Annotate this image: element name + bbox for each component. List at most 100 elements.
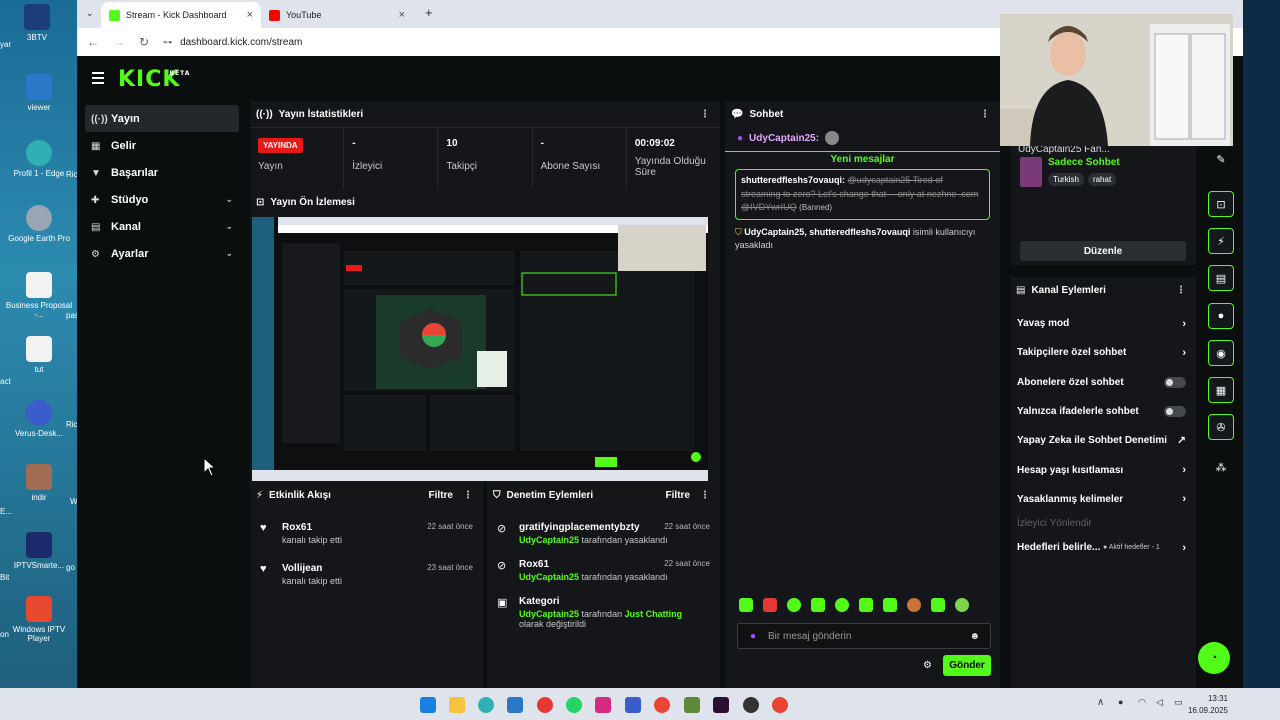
tag[interactable]: Turkish [1048, 173, 1084, 186]
activity-feed-panel: ⚡ Etkinlik Akışı Filtre ⋮ ♥ Rox61 kanalı… [250, 482, 483, 688]
edge-icon[interactable] [478, 697, 494, 713]
tag[interactable]: rahat [1087, 173, 1117, 186]
stream-preview-panel: ⊡ Yayın Ön İzlemesi [250, 189, 720, 482]
action-account-age[interactable]: Hesap yaşı kısıtlaması › [1010, 455, 1196, 484]
chat-system-message: ⛉ UdyCaptain25, shutteredfleshs7ovauqi i… [735, 226, 976, 251]
nav-item-yayin[interactable]: ((·)) Yayın [85, 105, 239, 132]
nav-item-studyo[interactable]: ✚ Stüdyo ⌄ [85, 186, 239, 213]
action-banned-words[interactable]: Yasaklanmış kelimeler › [1010, 485, 1196, 514]
more-options-icon[interactable]: ⋮ [700, 109, 710, 120]
chevron-right-icon: › [1182, 464, 1186, 477]
obs-icon[interactable] [743, 697, 759, 713]
more-options-icon[interactable]: ⋮ [700, 490, 710, 501]
desktop-icon-3btv[interactable]: 3BTV [2, 4, 72, 42]
category-icon: ▣ [497, 597, 508, 609]
emotes-only-toggle[interactable] [1164, 406, 1186, 418]
chrome-icon[interactable] [772, 697, 788, 713]
support-headset-icon[interactable]: ◔ [1198, 642, 1230, 674]
media-icon[interactable] [537, 697, 553, 713]
more-options-icon[interactable]: ⋮ [1176, 285, 1186, 296]
more-options-icon[interactable]: ⋮ [463, 490, 473, 501]
desktop-icon-iptv-smarters[interactable]: IPTVSmarte... [4, 532, 74, 570]
channel-info-panel: UdyCaptain25 Fan... Sadece Sohbet Turkis… [1010, 144, 1196, 265]
pencil-icon[interactable]: ✎ [1208, 146, 1234, 172]
broadcast-icon[interactable]: ◉ [1208, 340, 1234, 366]
site-info-icon[interactable]: ⊶ [163, 37, 172, 48]
new-tab-button[interactable]: + [425, 5, 433, 20]
whatsapp-icon[interactable] [566, 697, 582, 713]
kick-logo[interactable]: KICK BETA [118, 67, 189, 92]
emote-icon[interactable] [739, 598, 753, 612]
emote-icon[interactable] [811, 598, 825, 612]
chat-bubble-icon[interactable]: ● [1208, 303, 1234, 329]
capcut-icon[interactable] [713, 697, 729, 713]
tab-kick-dashboard[interactable]: Stream - Kick Dashboard × [101, 2, 261, 28]
emote-icon[interactable] [787, 598, 801, 612]
close-tab-icon[interactable]: × [399, 9, 405, 21]
desktop-icon-business-proposal[interactable]: Business Proposal -... [4, 272, 74, 319]
emote-icon[interactable] [883, 598, 897, 612]
edit-button[interactable]: Düzenle [1020, 241, 1186, 261]
clock[interactable]: 13:31 16.09.2025 [1188, 693, 1228, 717]
instagram-icon[interactable] [595, 697, 611, 713]
tab-youtube[interactable]: YouTube × [261, 2, 413, 28]
chat-settings-icon[interactable]: ⚙ [923, 660, 932, 671]
wrench-icon[interactable]: ✇ [1208, 414, 1234, 440]
subscribers-only-toggle[interactable] [1164, 376, 1186, 388]
nav-item-basarilar[interactable]: ▼ Başarılar [85, 159, 239, 186]
stream-preview-video[interactable] [252, 217, 708, 481]
action-set-goals[interactable]: Hedefleri belirle... ● Aktif hedefler - … [1010, 533, 1196, 562]
emote-icon[interactable] [835, 598, 849, 612]
back-icon[interactable]: ← [87, 35, 99, 49]
desktop-icon-edge[interactable]: Profil 1 - Edge [4, 140, 74, 178]
hamburger-menu-icon[interactable] [92, 72, 104, 87]
minecraft-icon[interactable] [684, 697, 700, 713]
action-slow-mode[interactable]: Yavaş mod › [1010, 309, 1196, 338]
desktop-icon-viewer[interactable]: viewer [4, 74, 74, 112]
start-icon[interactable] [420, 697, 436, 713]
desktop-icon-indir[interactable]: indir [4, 464, 74, 502]
action-followers-only[interactable]: Takipçilere özel sohbet › [1010, 338, 1196, 367]
lightning-icon[interactable]: ⚡ [1208, 228, 1234, 254]
emoji-icon[interactable]: ☻ [969, 631, 980, 642]
document-icon[interactable]: ▤ [1208, 265, 1234, 291]
wifi-icon[interactable]: ◠ [1138, 697, 1146, 708]
nav-item-gelir[interactable]: ▦ Gelir [85, 132, 239, 159]
url-field[interactable]: ⊶ dashboard.kick.com/stream [163, 37, 302, 48]
google-earth-icon [26, 205, 52, 231]
nav-item-ayarlar[interactable]: ⚙ Ayarlar ⌄ [85, 240, 239, 267]
close-tab-icon[interactable]: × [247, 9, 253, 21]
volume-icon[interactable]: ◁ [1156, 697, 1163, 708]
tab-search-icon[interactable]: ⌄ [86, 8, 94, 19]
layout-icon[interactable]: ▦ [1208, 377, 1234, 403]
integrations-icon[interactable]: ⁂ [1208, 454, 1234, 480]
more-options-icon[interactable]: ⋮ [980, 109, 990, 120]
desktop-icon-windows-iptv[interactable]: Windows IPTV Player [4, 596, 74, 643]
send-button[interactable]: Gönder [943, 655, 991, 676]
emote-icon[interactable] [763, 598, 777, 612]
tray-expand-icon[interactable]: ∧ [1097, 697, 1104, 708]
battery-icon[interactable]: ▭ [1174, 697, 1183, 708]
app-icon[interactable] [507, 697, 523, 713]
emote-icon[interactable] [931, 598, 945, 612]
3btv-icon [24, 4, 50, 30]
forward-icon[interactable]: → [113, 35, 125, 49]
emote-icon[interactable] [859, 598, 873, 612]
chrome-icon[interactable] [654, 697, 670, 713]
reload-icon[interactable]: ↻ [139, 35, 149, 49]
moderation-filter-button[interactable]: Filtre [666, 490, 690, 501]
desktop-icon-google-earth[interactable]: Google Earth Pro [4, 205, 74, 243]
chat-input[interactable]: ● Bir mesaj gönderin ☻ [737, 623, 991, 649]
emote-icon[interactable] [907, 598, 921, 612]
scan-icon[interactable]: ⊡ [1208, 191, 1234, 217]
activity-filter-button[interactable]: Filtre [429, 490, 453, 501]
desktop-icon-verus[interactable]: Verus-Desk... [4, 400, 74, 438]
desktop-icon-tut[interactable]: tut [4, 336, 74, 374]
microphone-icon[interactable]: ● [1118, 697, 1123, 707]
action-ai-moderation[interactable]: Yapay Zeka ile Sohbet Denetimi ↗ [1010, 426, 1196, 455]
nav-item-kanal[interactable]: ▤ Kanal ⌄ [85, 213, 239, 240]
emote-icon[interactable] [955, 598, 969, 612]
app-icon[interactable] [625, 697, 641, 713]
file-explorer-icon[interactable] [449, 697, 465, 713]
gear-icon: ⚙ [91, 248, 100, 260]
